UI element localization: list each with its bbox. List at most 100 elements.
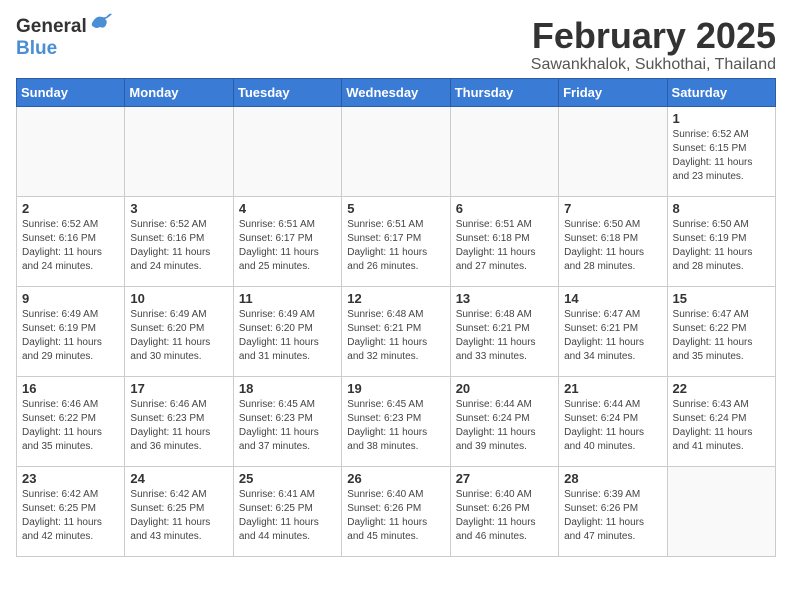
day-number: 19 [347,381,444,396]
day-info: Sunrise: 6:50 AM Sunset: 6:19 PM Dayligh… [673,218,770,274]
day-number: 25 [239,471,336,486]
day-number: 2 [22,201,119,216]
day-info: Sunrise: 6:40 AM Sunset: 6:26 PM Dayligh… [456,488,553,544]
day-info: Sunrise: 6:40 AM Sunset: 6:26 PM Dayligh… [347,488,444,544]
logo-general: General [16,16,87,38]
calendar-table: SundayMondayTuesdayWednesdayThursdayFrid… [16,78,776,557]
calendar-day-cell: 2 Sunrise: 6:52 AM Sunset: 6:16 PM Daylig… [17,196,125,286]
calendar-day-cell [342,106,450,196]
calendar-day-cell: 17Sunrise: 6:46 AM Sunset: 6:23 PM Dayli… [125,376,233,466]
day-info: Sunrise: 6:42 AM Sunset: 6:25 PM Dayligh… [22,488,119,544]
day-number: 15 [673,291,770,306]
weekday-header: Sunday [17,78,125,106]
day-number: 1 [673,111,770,126]
day-info: Sunrise: 6:52 AM Sunset: 6:15 PM Dayligh… [673,128,770,184]
day-info: Sunrise: 6:51 AM Sunset: 6:17 PM Dayligh… [347,218,444,274]
logo: General Blue [16,16,112,60]
calendar-day-cell: 10 Sunrise: 6:49 AM Sunset: 6:20 PM Dayli… [125,286,233,376]
day-number: 24 [130,471,227,486]
calendar-week-row: 23 Sunrise: 6:42 AM Sunset: 6:25 PM Dayli… [17,466,776,556]
day-number: 22 [673,381,770,396]
calendar-day-cell: 19 Sunrise: 6:45 AM Sunset: 6:23 PM Dayli… [342,376,450,466]
day-info: Sunrise: 6:47 AM Sunset: 6:22 PM Dayligh… [673,308,770,364]
title-block: February 2025 Sawankhalok, Sukhothai, Th… [531,16,776,74]
day-info: Sunrise: 6:46 AM Sunset: 6:22 PM Dayligh… [22,398,119,454]
day-number: 9 [22,291,119,306]
calendar-day-cell: 24 Sunrise: 6:42 AM Sunset: 6:25 PM Dayli… [125,466,233,556]
calendar-day-cell: 18 Sunrise: 6:45 AM Sunset: 6:23 PM Dayli… [233,376,341,466]
day-number: 20 [456,381,553,396]
day-info: Sunrise: 6:49 AM Sunset: 6:19 PM Dayligh… [22,308,119,364]
day-number: 5 [347,201,444,216]
calendar-title: February 2025 [531,16,776,56]
logo-bird-icon [90,13,112,33]
calendar-day-cell: 15 Sunrise: 6:47 AM Sunset: 6:22 PM Dayli… [667,286,775,376]
calendar-day-cell: 28 Sunrise: 6:39 AM Sunset: 6:26 PM Dayli… [559,466,667,556]
calendar-day-cell [125,106,233,196]
weekday-header: Friday [559,78,667,106]
calendar-week-row: 16Sunrise: 6:46 AM Sunset: 6:22 PM Dayli… [17,376,776,466]
day-number: 26 [347,471,444,486]
day-number: 14 [564,291,661,306]
day-number: 18 [239,381,336,396]
day-number: 12 [347,291,444,306]
day-info: Sunrise: 6:39 AM Sunset: 6:26 PM Dayligh… [564,488,661,544]
calendar-day-cell: 3Sunrise: 6:52 AM Sunset: 6:16 PM Daylig… [125,196,233,286]
day-number: 10 [130,291,227,306]
calendar-day-cell: 11 Sunrise: 6:49 AM Sunset: 6:20 PM Dayli… [233,286,341,376]
weekday-header: Wednesday [342,78,450,106]
day-info: Sunrise: 6:49 AM Sunset: 6:20 PM Dayligh… [130,308,227,364]
calendar-day-cell: 8 Sunrise: 6:50 AM Sunset: 6:19 PM Daylig… [667,196,775,286]
calendar-week-row: 9 Sunrise: 6:49 AM Sunset: 6:19 PM Daylig… [17,286,776,376]
day-info: Sunrise: 6:44 AM Sunset: 6:24 PM Dayligh… [456,398,553,454]
calendar-day-cell: 14 Sunrise: 6:47 AM Sunset: 6:21 PM Dayli… [559,286,667,376]
day-info: Sunrise: 6:42 AM Sunset: 6:25 PM Dayligh… [130,488,227,544]
logo-blue: Blue [16,38,57,59]
calendar-day-cell: 23 Sunrise: 6:42 AM Sunset: 6:25 PM Dayli… [17,466,125,556]
day-number: 6 [456,201,553,216]
calendar-day-cell: 9 Sunrise: 6:49 AM Sunset: 6:19 PM Daylig… [17,286,125,376]
day-number: 4 [239,201,336,216]
day-number: 7 [564,201,661,216]
header: General Blue February 2025 Sawankhalok, … [16,16,776,74]
day-info: Sunrise: 6:41 AM Sunset: 6:25 PM Dayligh… [239,488,336,544]
calendar-day-cell [233,106,341,196]
day-info: Sunrise: 6:47 AM Sunset: 6:21 PM Dayligh… [564,308,661,364]
calendar-day-cell: 27 Sunrise: 6:40 AM Sunset: 6:26 PM Dayli… [450,466,558,556]
calendar-day-cell [559,106,667,196]
day-info: Sunrise: 6:50 AM Sunset: 6:18 PM Dayligh… [564,218,661,274]
calendar-day-cell: 20 Sunrise: 6:44 AM Sunset: 6:24 PM Dayli… [450,376,558,466]
day-info: Sunrise: 6:51 AM Sunset: 6:18 PM Dayligh… [456,218,553,274]
calendar-day-cell: 4 Sunrise: 6:51 AM Sunset: 6:17 PM Daylig… [233,196,341,286]
calendar-day-cell: 13 Sunrise: 6:48 AM Sunset: 6:21 PM Dayli… [450,286,558,376]
day-number: 17 [130,381,227,396]
day-info: Sunrise: 6:49 AM Sunset: 6:20 PM Dayligh… [239,308,336,364]
day-info: Sunrise: 6:45 AM Sunset: 6:23 PM Dayligh… [347,398,444,454]
weekday-header: Tuesday [233,78,341,106]
day-number: 23 [22,471,119,486]
day-info: Sunrise: 6:45 AM Sunset: 6:23 PM Dayligh… [239,398,336,454]
calendar-day-cell: 12 Sunrise: 6:48 AM Sunset: 6:21 PM Dayli… [342,286,450,376]
day-info: Sunrise: 6:48 AM Sunset: 6:21 PM Dayligh… [456,308,553,364]
day-number: 8 [673,201,770,216]
calendar-day-cell: 6 Sunrise: 6:51 AM Sunset: 6:18 PM Daylig… [450,196,558,286]
calendar-day-cell: 7 Sunrise: 6:50 AM Sunset: 6:18 PM Daylig… [559,196,667,286]
calendar-day-cell: 21 Sunrise: 6:44 AM Sunset: 6:24 PM Dayli… [559,376,667,466]
day-info: Sunrise: 6:52 AM Sunset: 6:16 PM Dayligh… [130,218,227,274]
calendar-week-row: 1 Sunrise: 6:52 AM Sunset: 6:15 PM Daylig… [17,106,776,196]
weekday-header: Monday [125,78,233,106]
day-number: 28 [564,471,661,486]
day-number: 21 [564,381,661,396]
day-number: 11 [239,291,336,306]
calendar-week-row: 2 Sunrise: 6:52 AM Sunset: 6:16 PM Daylig… [17,196,776,286]
calendar-day-cell [667,466,775,556]
day-number: 27 [456,471,553,486]
day-info: Sunrise: 6:51 AM Sunset: 6:17 PM Dayligh… [239,218,336,274]
day-info: Sunrise: 6:52 AM Sunset: 6:16 PM Dayligh… [22,218,119,274]
day-number: 13 [456,291,553,306]
weekday-header: Thursday [450,78,558,106]
calendar-day-cell: 1 Sunrise: 6:52 AM Sunset: 6:15 PM Daylig… [667,106,775,196]
day-info: Sunrise: 6:44 AM Sunset: 6:24 PM Dayligh… [564,398,661,454]
day-info: Sunrise: 6:48 AM Sunset: 6:21 PM Dayligh… [347,308,444,364]
calendar-day-cell: 22Sunrise: 6:43 AM Sunset: 6:24 PM Dayli… [667,376,775,466]
